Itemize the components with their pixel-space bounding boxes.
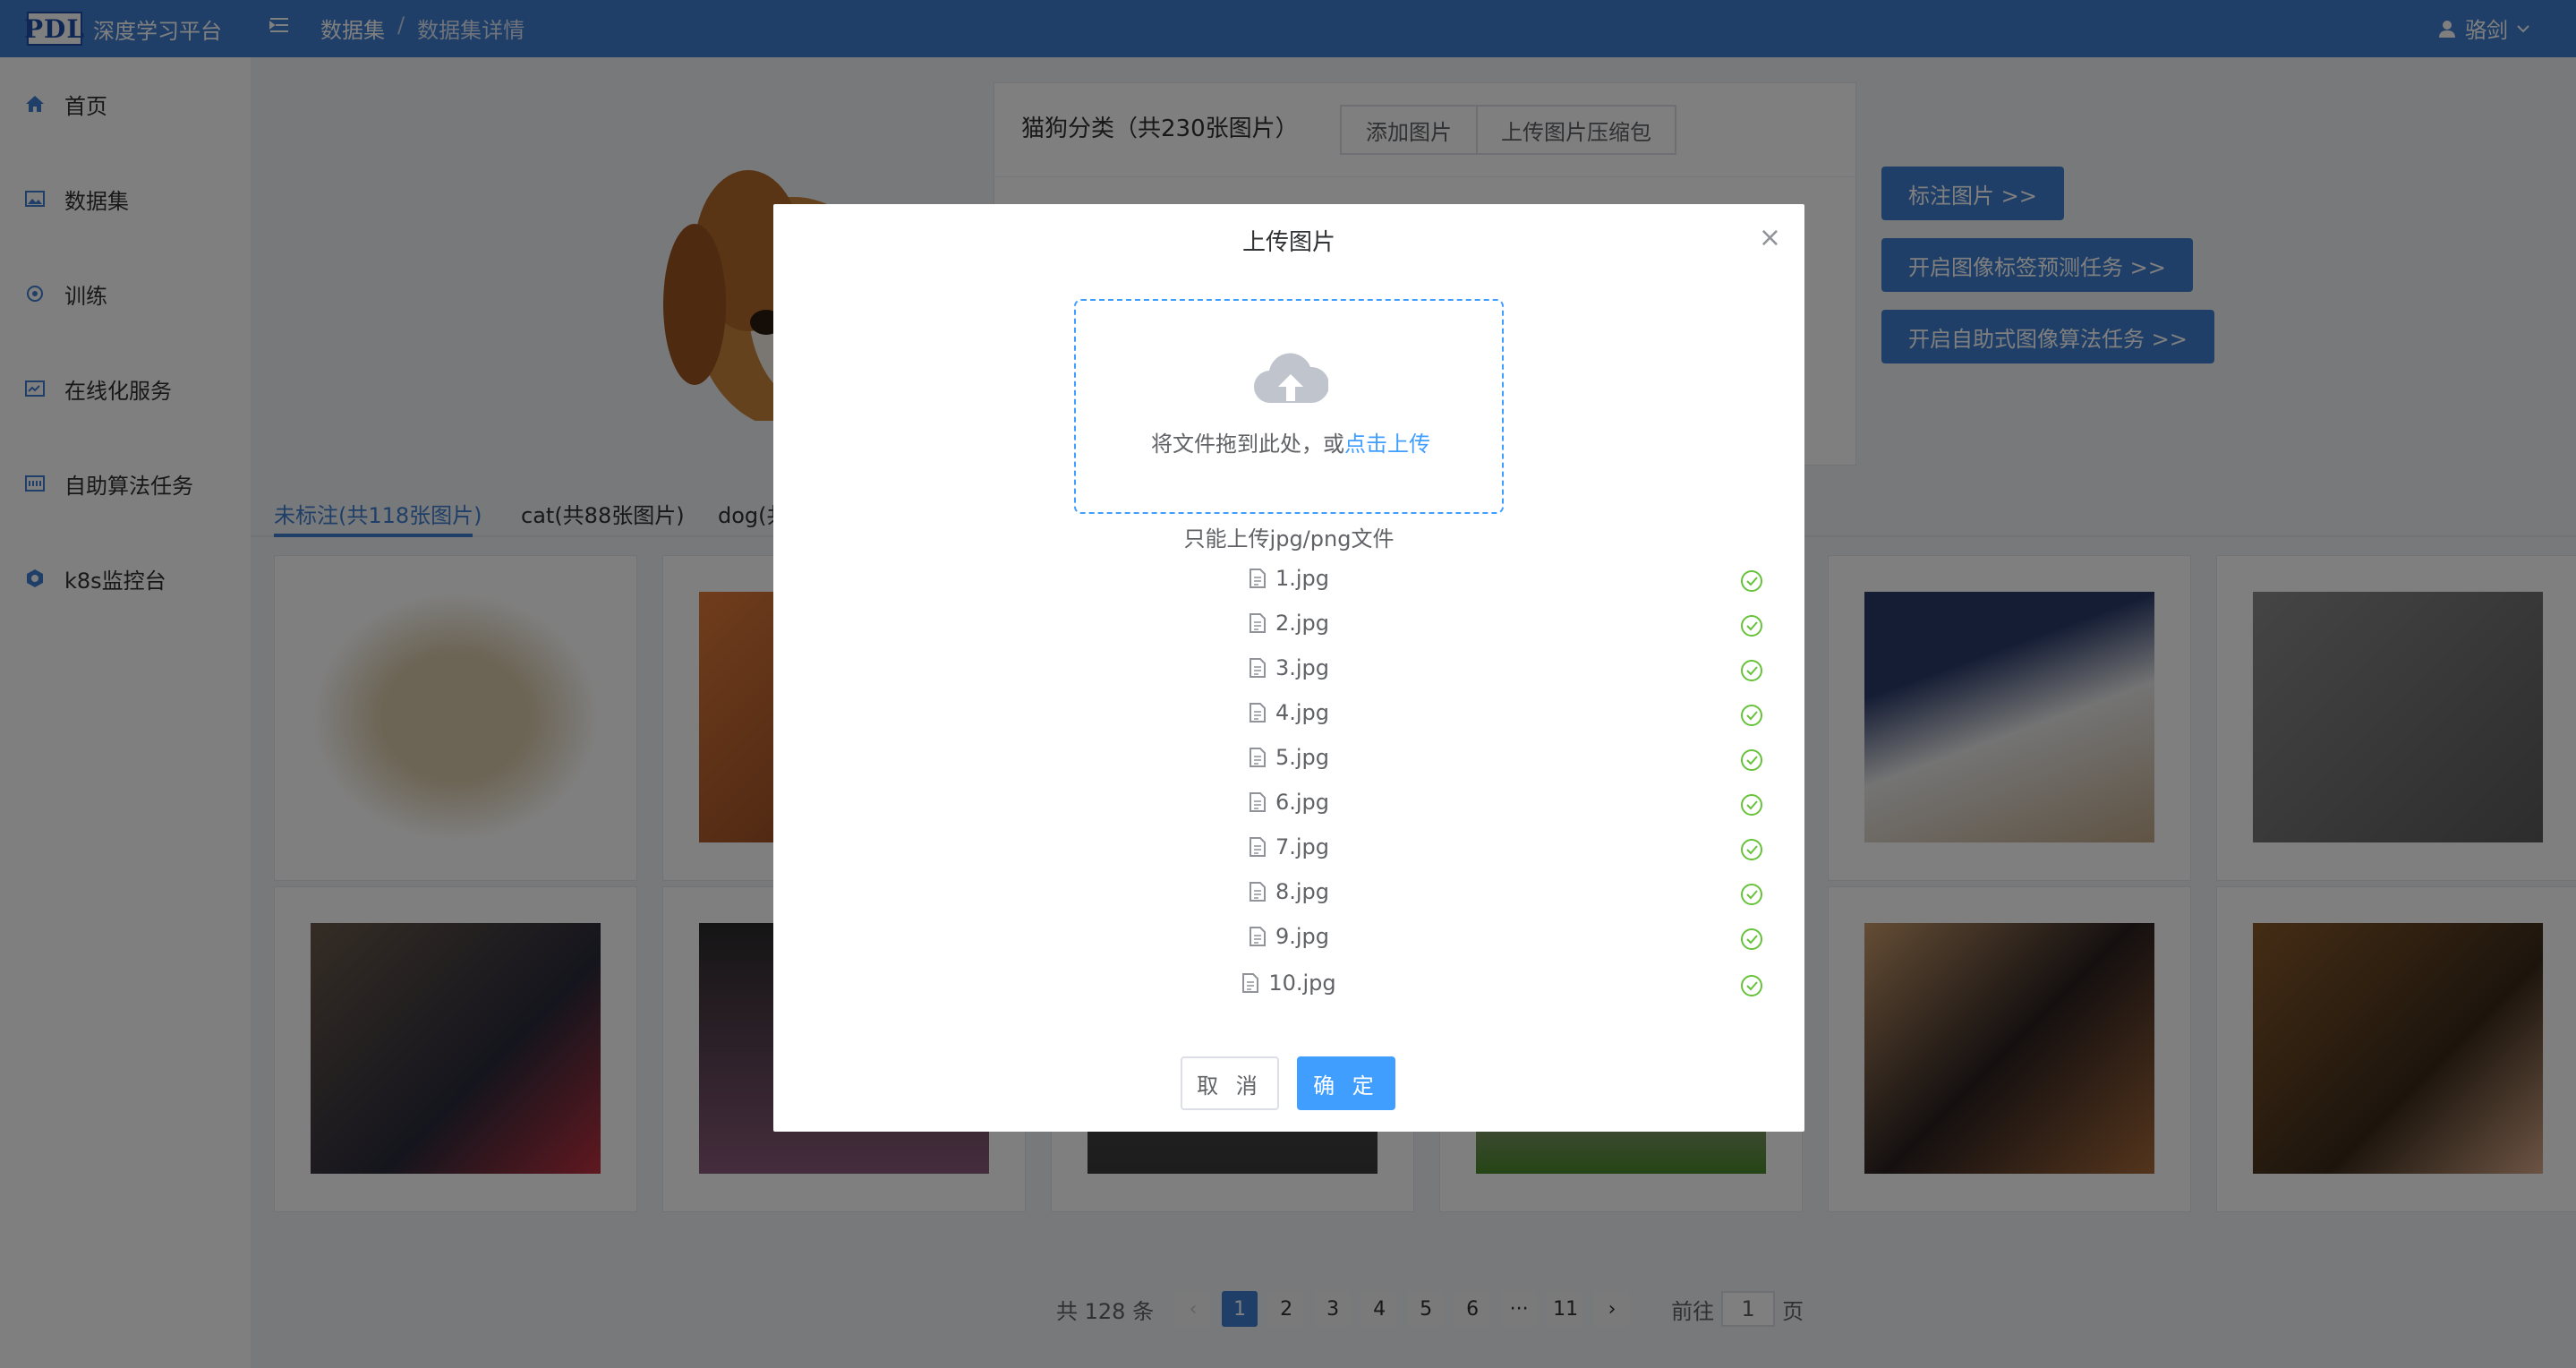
file-list-item[interactable]: 4.jpg xyxy=(773,700,1804,736)
dialog-title: 上传图片 xyxy=(1241,229,1335,256)
document-icon xyxy=(1249,658,1266,678)
file-list-item[interactable]: 10.jpg xyxy=(773,970,1804,1006)
document-icon xyxy=(1249,882,1266,902)
document-icon xyxy=(1249,613,1266,633)
confirm-button[interactable]: 确 定 xyxy=(1297,1056,1395,1110)
document-icon xyxy=(1249,927,1266,946)
document-icon xyxy=(1249,748,1266,767)
upload-dropzone[interactable]: 将文件拖到此处，或点击上传 xyxy=(1074,299,1504,514)
check-circle-icon xyxy=(1741,749,1762,771)
check-circle-icon xyxy=(1741,615,1762,637)
file-name: 2.jpg xyxy=(1275,611,1330,636)
check-circle-icon xyxy=(1741,928,1762,950)
check-circle-icon xyxy=(1741,705,1762,726)
upload-tip: 只能上传jpg/png文件 xyxy=(1183,526,1395,551)
file-name: 3.jpg xyxy=(1275,655,1330,680)
document-icon xyxy=(1249,569,1266,588)
cloud-upload-icon xyxy=(1253,353,1328,404)
file-list-item[interactable]: 1.jpg xyxy=(773,566,1804,602)
document-icon xyxy=(1249,792,1266,812)
file-list-item[interactable]: 6.jpg xyxy=(773,790,1804,825)
file-name: 1.jpg xyxy=(1275,566,1330,591)
check-circle-icon xyxy=(1741,660,1762,681)
upload-dialog: 上传图片 × 将文件拖到此处，或点击上传 只能上传jpg/png文件 1.jpg… xyxy=(773,204,1804,1132)
cancel-button[interactable]: 取 消 xyxy=(1181,1056,1279,1110)
check-circle-icon xyxy=(1741,975,1762,996)
click-upload-link[interactable]: 点击上传 xyxy=(1344,432,1430,457)
file-name: 10.jpg xyxy=(1268,970,1336,996)
file-name: 6.jpg xyxy=(1275,790,1330,815)
close-icon[interactable]: × xyxy=(1759,222,1781,253)
file-list-item[interactable]: 9.jpg xyxy=(773,924,1804,960)
check-circle-icon xyxy=(1741,794,1762,816)
file-list-item[interactable]: 3.jpg xyxy=(773,655,1804,691)
file-name: 8.jpg xyxy=(1275,879,1330,904)
dropzone-text: 将文件拖到此处，或点击上传 xyxy=(1076,426,1506,457)
document-icon xyxy=(1249,837,1266,857)
file-name: 5.jpg xyxy=(1275,745,1330,770)
dropzone-hint: 将文件拖到此处，或 xyxy=(1151,432,1344,457)
file-name: 4.jpg xyxy=(1275,700,1330,725)
check-circle-icon xyxy=(1741,839,1762,860)
file-name: 9.jpg xyxy=(1275,924,1330,949)
document-icon xyxy=(1242,973,1259,993)
file-list-item[interactable]: 8.jpg xyxy=(773,879,1804,915)
check-circle-icon xyxy=(1741,884,1762,905)
file-name: 7.jpg xyxy=(1275,834,1330,859)
document-icon xyxy=(1249,703,1266,722)
file-list-item[interactable]: 2.jpg xyxy=(773,611,1804,646)
file-list-item[interactable]: 5.jpg xyxy=(773,745,1804,781)
file-list-item[interactable]: 7.jpg xyxy=(773,834,1804,870)
check-circle-icon xyxy=(1741,570,1762,592)
